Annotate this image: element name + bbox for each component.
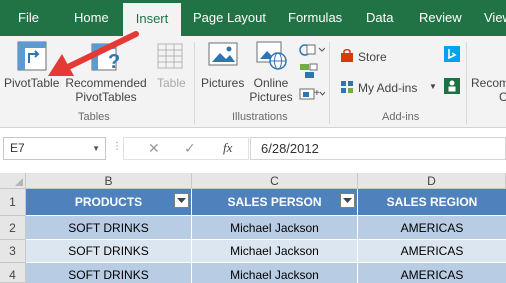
- table-header-cell[interactable]: PRODUCTS: [26, 189, 192, 216]
- table-cell[interactable]: SOFT DRINKS: [26, 240, 192, 263]
- name-box-value: E7: [10, 141, 25, 155]
- pictures-icon[interactable]: [208, 42, 238, 70]
- illustrations-group-label: Illustrations: [232, 111, 288, 123]
- recommended-pivottables-label-2: PivotTables: [75, 90, 137, 104]
- formula-bar-area: E7 ▼ ⋮ ✕ ✓ fx 6/28/2012: [0, 128, 506, 173]
- column-header-b[interactable]: B: [26, 173, 192, 189]
- bing-icon[interactable]: [444, 46, 460, 62]
- row-header-1[interactable]: 1: [0, 189, 26, 216]
- tab-review[interactable]: Review: [419, 0, 462, 36]
- recommended-charts-label-1: Recom: [471, 76, 506, 90]
- row-header-4[interactable]: 4: [0, 263, 26, 283]
- table-cell[interactable]: SOFT DRINKS: [26, 216, 192, 240]
- recommended-charts-button[interactable]: Recom C: [471, 76, 506, 104]
- header-products: PRODUCTS: [74, 195, 143, 209]
- filter-dropdown-icon[interactable]: [340, 193, 355, 208]
- row-header-2[interactable]: 2: [0, 216, 26, 240]
- table-cell[interactable]: SOFT DRINKS: [26, 263, 192, 283]
- tab-file[interactable]: File: [18, 0, 39, 36]
- svg-text:+: +: [314, 88, 320, 99]
- cancel-icon[interactable]: ✕: [148, 140, 160, 157]
- table-button[interactable]: Table: [157, 76, 186, 90]
- online-pictures-icon[interactable]: [256, 41, 288, 71]
- people-graph-icon[interactable]: [444, 78, 460, 94]
- name-box[interactable]: E7 ▼: [3, 137, 106, 160]
- header-sales-person: SALES PERSON: [227, 195, 322, 209]
- my-addins-dropdown-icon[interactable]: ▼: [429, 80, 437, 94]
- tab-page-layout[interactable]: Page Layout: [193, 0, 266, 36]
- tab-view[interactable]: View: [484, 0, 506, 36]
- table-cell[interactable]: AMERICAS: [358, 240, 506, 263]
- online-pictures-label-1: Online: [253, 76, 289, 90]
- row-header-3[interactable]: 3: [0, 240, 26, 263]
- store-icon[interactable]: [340, 48, 354, 63]
- column-header-c[interactable]: C: [192, 173, 358, 189]
- pivottable-icon[interactable]: [17, 41, 47, 71]
- online-pictures-button[interactable]: Online Pictures: [249, 76, 293, 104]
- filter-dropdown-icon[interactable]: [174, 193, 189, 208]
- enter-icon[interactable]: ✓: [184, 140, 196, 157]
- table-cell[interactable]: AMERICAS: [358, 216, 506, 240]
- red-arrow-annotation: [48, 31, 139, 76]
- my-addins-button[interactable]: My Add-ins: [358, 81, 417, 95]
- column-header-d[interactable]: D: [358, 173, 506, 189]
- pictures-button[interactable]: Pictures: [201, 76, 244, 90]
- name-box-dropdown-icon[interactable]: ▼: [92, 138, 100, 159]
- table-cell[interactable]: Michael Jackson: [192, 216, 358, 240]
- table-header-cell[interactable]: SALES REGION: [358, 189, 506, 216]
- screenshot-icon[interactable]: +: [299, 86, 326, 102]
- table-icon[interactable]: [157, 43, 183, 69]
- table-cell[interactable]: AMERICAS: [358, 263, 506, 283]
- header-sales-region: SALES REGION: [386, 195, 478, 209]
- worksheet-grid: B C D 1 2 3 4 PRODUCTS SALES PERSON SALE…: [0, 173, 506, 283]
- table-cell[interactable]: Michael Jackson: [192, 240, 358, 263]
- recommended-charts-label-2: C: [499, 90, 506, 104]
- addins-group-label: Add-ins: [382, 111, 420, 123]
- group-separator: [194, 42, 195, 124]
- group-separator: [466, 42, 467, 124]
- formula-input[interactable]: 6/28/2012: [250, 137, 506, 160]
- insert-function-button[interactable]: fx: [223, 140, 232, 156]
- tables-group-label: Tables: [78, 111, 110, 123]
- online-pictures-label-2: Pictures: [249, 90, 293, 104]
- shapes-icon[interactable]: [299, 42, 326, 58]
- smartart-icon[interactable]: [299, 63, 319, 79]
- store-button[interactable]: Store: [358, 50, 387, 64]
- tab-data[interactable]: Data: [366, 0, 393, 36]
- table-header-cell[interactable]: SALES PERSON: [192, 189, 358, 216]
- table-cell[interactable]: Michael Jackson: [192, 263, 358, 283]
- select-all-corner[interactable]: [0, 173, 26, 189]
- group-separator: [329, 42, 330, 124]
- tab-formulas[interactable]: Formulas: [288, 0, 342, 36]
- my-addins-icon[interactable]: [340, 80, 354, 94]
- formula-bar-grip-icon[interactable]: ⋮: [112, 141, 122, 153]
